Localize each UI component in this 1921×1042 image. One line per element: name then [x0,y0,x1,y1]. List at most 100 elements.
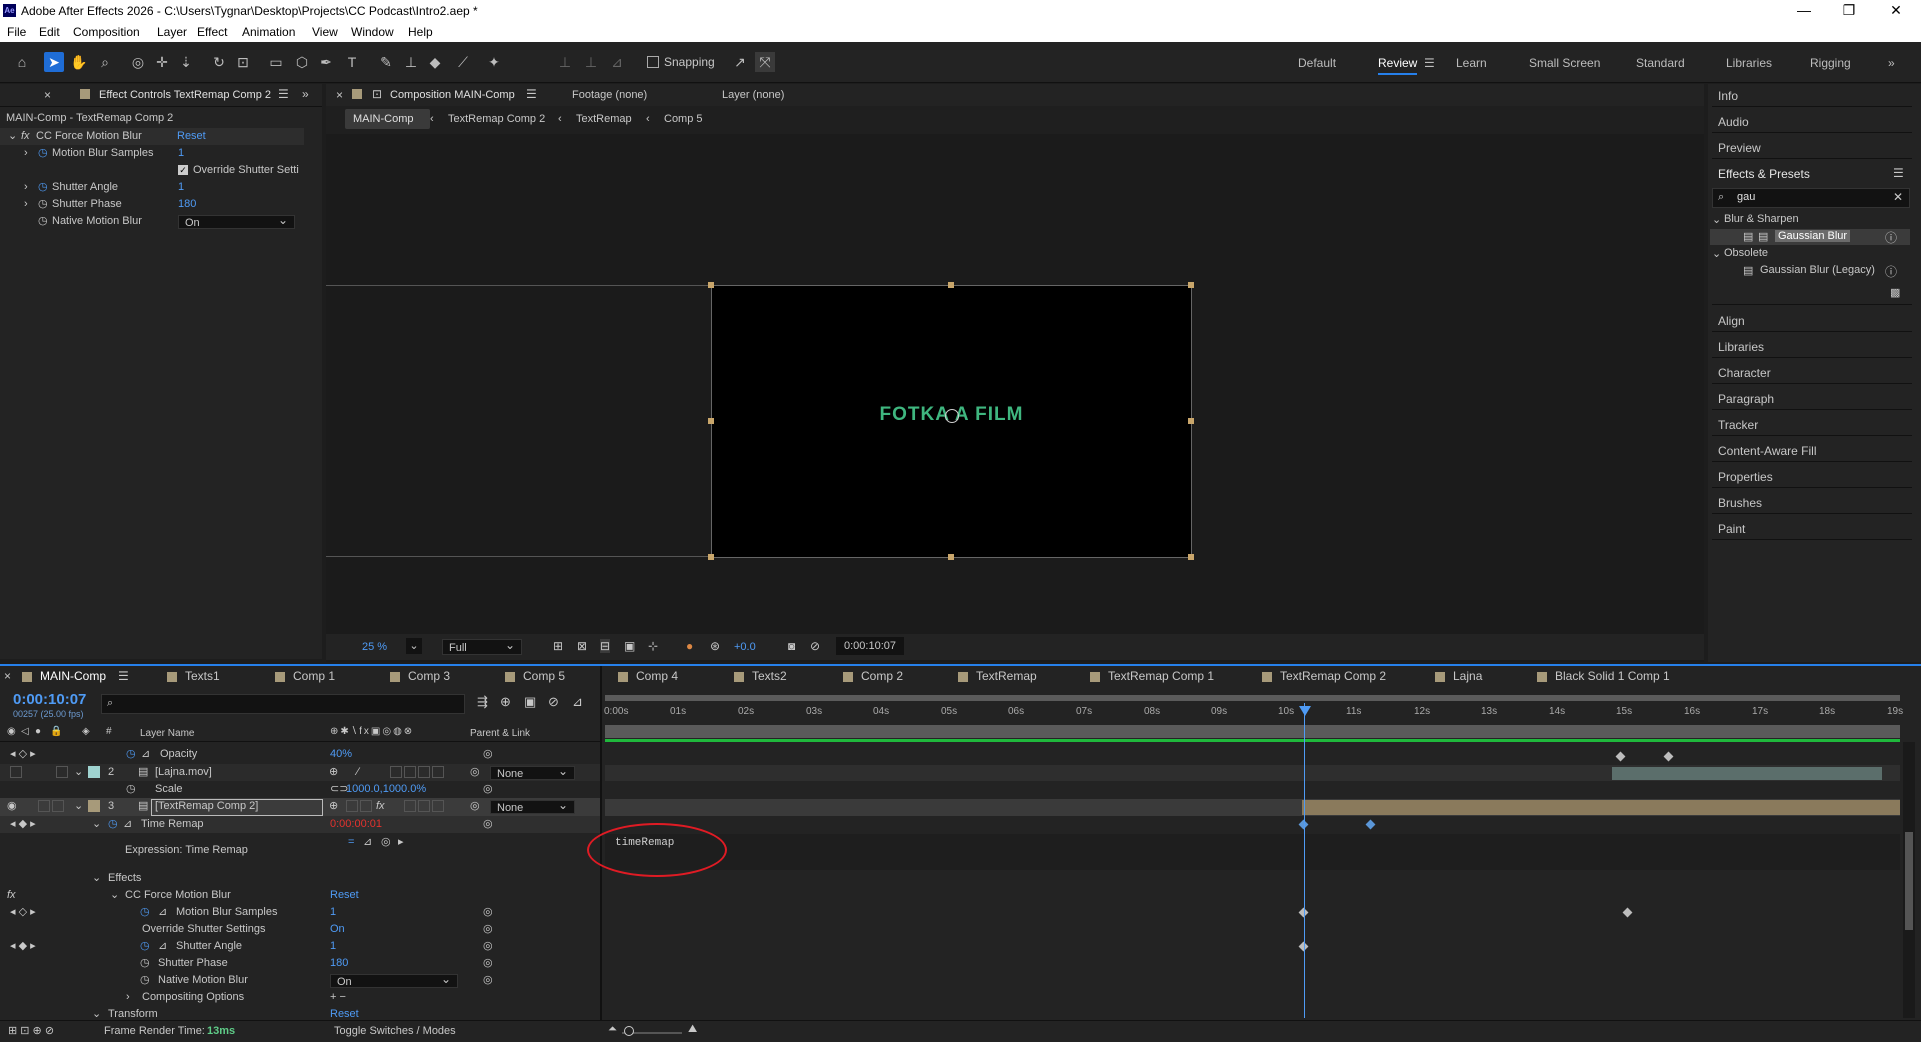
dolly-tool-icon[interactable]: ⇣ [176,52,196,72]
tab-main-comp[interactable]: MAIN-Comp ☰ [22,669,129,683]
transform-handle[interactable] [708,554,714,560]
composition-tab[interactable]: Composition MAIN-Comp [390,89,515,101]
pickwhip-icon[interactable]: ◎ [483,972,493,989]
tracker-panel[interactable]: Tracker [1718,418,1758,432]
pen-tool-icon[interactable]: ✒ [316,52,336,72]
graph-icon[interactable]: ⊿ [158,938,167,955]
transform-handle[interactable] [948,554,954,560]
native-mb-dropdown[interactable]: On [330,972,458,988]
solo-switch[interactable] [38,798,66,815]
anchor-point-icon[interactable] [945,409,959,423]
work-area-range[interactable] [605,695,1900,701]
content-aware-fill-panel[interactable]: Content-Aware Fill [1718,444,1816,458]
render-options-icon[interactable]: ⊞ ⊡ ⊕ ⊘ [8,1024,54,1037]
group-obsolete[interactable]: Obsolete [1724,247,1768,259]
scrollbar-thumb[interactable] [1905,832,1913,930]
paragraph-panel[interactable]: Paragraph [1718,392,1774,406]
lock-icon[interactable]: 🔒 [50,726,62,737]
effect-reset-link[interactable]: Reset [177,128,206,145]
expand-shutter-phase-icon[interactable]: › [24,196,28,213]
zoom-value[interactable]: 25 % [362,641,387,653]
workspace-default[interactable]: Default [1298,56,1336,70]
expression-pickwhip-icon[interactable]: ◎ [381,834,391,851]
eye-icon[interactable]: ◉ [7,798,17,815]
transparency-grid-icon[interactable]: ⊠ [577,639,587,653]
audio-switch-icon[interactable]: ◁ [21,726,29,737]
tab-texts1[interactable]: Texts1 [167,669,220,683]
playhead-handle-icon[interactable] [1299,706,1311,716]
axis-local-icon[interactable]: ⊥ [555,52,575,72]
tab-comp2[interactable]: Comp 2 [843,669,903,683]
workspace-rigging[interactable]: Rigging [1810,56,1851,70]
pickwhip-icon[interactable]: ◎ [483,938,493,955]
show-snapshot-icon[interactable]: ⊘ [810,639,820,653]
zoom-out-icon[interactable]: ⏶ [608,1023,617,1036]
info-icon[interactable]: ⓘ [1885,263,1897,280]
clear-search-icon[interactable]: ✕ [1893,190,1903,204]
effects-search-input[interactable]: ⌕ gau ✕ [1712,188,1910,208]
align-panel[interactable]: Align [1718,314,1745,328]
mbs-value[interactable]: 1 [330,904,336,921]
axis-world-icon[interactable]: ⊥ [581,52,601,72]
chevron-down-icon[interactable]: ⌄ [74,798,83,815]
shutter-angle-value[interactable]: 1 [178,179,184,196]
effect-controls-tab[interactable]: Effect Controls TextRemap Comp 2 [99,89,271,101]
fx-switch-icon[interactable]: fx [376,798,385,815]
menu-help[interactable]: Help [408,25,433,39]
chevron-down-icon[interactable]: ⌄ [1712,247,1721,260]
transform-handle[interactable] [948,282,954,288]
effect-gaussian-blur[interactable]: Gaussian Blur [1775,230,1851,242]
stopwatch-icon[interactable]: ◷ [140,938,150,955]
current-time[interactable]: 0:00:10:07 [13,691,86,708]
cc-force-reset-link[interactable]: Reset [330,887,359,904]
transform-handle[interactable] [1188,282,1194,288]
preview-panel[interactable]: Preview [1718,141,1761,155]
menu-view[interactable]: View [312,25,338,39]
resolution-dropdown[interactable]: Full [442,637,522,655]
switch-boxes[interactable] [404,798,446,815]
workspace-small-screen[interactable]: Small Screen [1529,56,1600,70]
menu-file[interactable]: File [7,25,26,39]
layer2-bar[interactable] [1612,767,1882,780]
chevron-down-icon[interactable]: ⌄ [92,816,101,833]
color-channels-icon[interactable]: ● [686,639,693,653]
roto-tool-icon[interactable]: ⟋ [453,52,473,72]
audio-panel[interactable]: Audio [1718,115,1749,129]
tab-black-solid[interactable]: Black Solid 1 Comp 1 [1537,669,1670,683]
label-color-chip[interactable] [88,764,102,781]
override-value[interactable]: On [330,921,345,938]
workspace-learn[interactable]: Learn [1456,56,1487,70]
chevron-down-icon[interactable]: ⌄ [92,870,101,887]
video-switch-icon[interactable] [10,764,24,781]
pickwhip-icon[interactable]: ◎ [470,764,480,781]
chevron-down-icon[interactable]: ⌄ [1712,213,1721,226]
transform-handle[interactable] [708,282,714,288]
effect-gaussian-blur-legacy[interactable]: Gaussian Blur (Legacy) [1760,264,1875,276]
effects-presets-panel[interactable]: Effects & Presets [1718,167,1810,181]
chevron-down-icon[interactable]: ⌄ [406,638,422,654]
playhead-line[interactable] [1304,703,1305,1018]
grid-guides-icon[interactable]: ⊹ [648,639,658,653]
snapping-checkbox[interactable] [647,56,659,68]
switch-boxes[interactable] [346,798,374,815]
pickwhip-icon[interactable]: ◎ [483,816,493,833]
3d-tool-icon[interactable]: ⬡ [292,52,312,72]
info-icon[interactable]: ⓘ [1885,229,1897,246]
stopwatch-icon[interactable]: ◷ [126,781,136,798]
type-tool-icon[interactable]: T [342,52,362,72]
hand-tool-icon[interactable]: ✋ [69,52,89,72]
tab-lajna[interactable]: Lajna [1435,669,1482,683]
workspace-standard[interactable]: Standard [1636,56,1685,70]
minimize-icon[interactable]: — [1790,2,1818,18]
eraser-tool-icon[interactable]: ◆ [425,52,445,72]
orbit-tool-icon[interactable]: ◎ [128,52,148,72]
close-tab-icon[interactable]: × [4,669,11,683]
brushes-panel[interactable]: Brushes [1718,496,1762,510]
stopwatch-icon[interactable]: ◷ [140,904,150,921]
workspace-libraries[interactable]: Libraries [1726,56,1772,70]
viewer-timecode[interactable]: 0:00:10:07 [836,637,904,655]
restore-icon[interactable]: ❐ [1835,2,1863,19]
opacity-value[interactable]: 40% [330,746,352,763]
stopwatch-icon[interactable]: ◷ [126,746,136,763]
tab-comp1[interactable]: Comp 1 [275,669,335,683]
